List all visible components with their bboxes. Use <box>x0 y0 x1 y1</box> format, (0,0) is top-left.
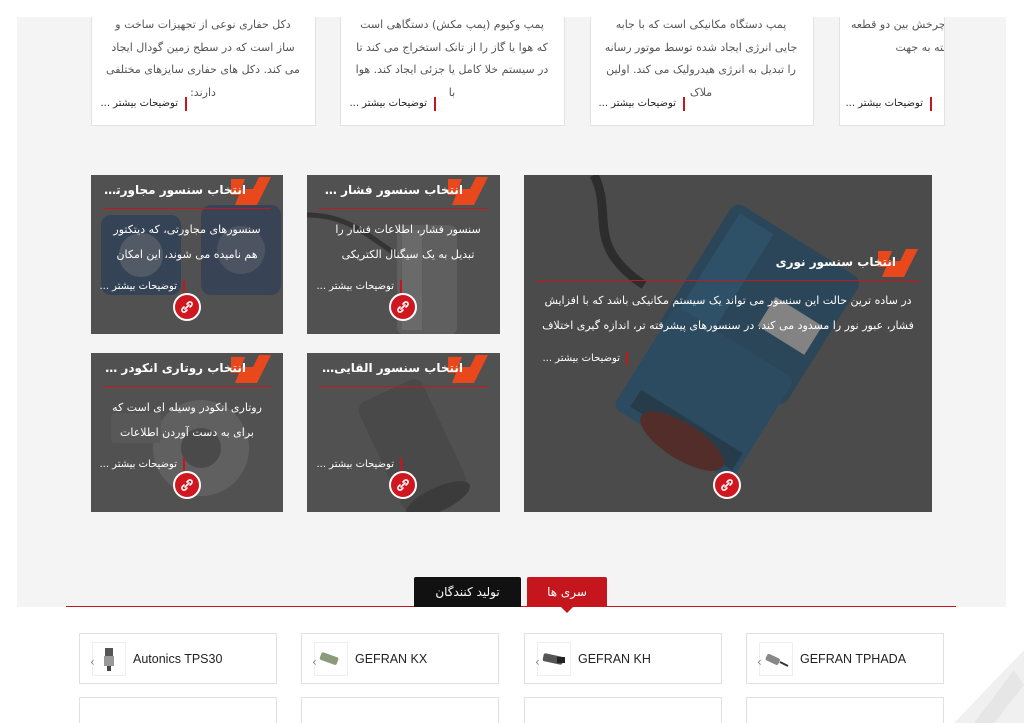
product-card[interactable] <box>301 697 499 723</box>
product-card[interactable]: ‹ GEFRAN KX <box>301 633 499 684</box>
chain-link-icon <box>397 301 409 313</box>
cylinder-sensor-icon <box>542 652 565 665</box>
chain-link-icon <box>397 479 409 491</box>
tile-overlay <box>524 175 932 512</box>
chevron-left-icon: ‹ <box>90 655 95 669</box>
tile-description: روتاری انکودر وسیله ای است که برای به دس… <box>112 401 262 439</box>
chain-link-icon <box>181 301 193 313</box>
chevron-left-icon: ‹ <box>312 655 317 669</box>
article-card-vacuum-pump[interactable]: پمپ وکیوم (پمپ مکش) دستگاهی است که هوا ی… <box>340 0 565 126</box>
tile-rotary-encoder[interactable]: انتخاب روتاری انکودر مناسب روتاری انکودر… <box>91 353 283 512</box>
decorative-corner-shape <box>954 650 1024 723</box>
product-thumbnail <box>314 641 348 676</box>
product-thumbnail <box>92 641 126 676</box>
article-card-pump[interactable]: پمپ دستگاه مکانیکی است که با جابه جایی ا… <box>590 0 814 126</box>
article-text: بلبرینگ های المنت چرخش بین دو قطعه ...هن… <box>850 18 945 54</box>
title-divider <box>319 386 488 387</box>
read-more-link[interactable]: توضیحات بیشتر ... <box>349 97 436 111</box>
chevron-left-icon: ‹ <box>757 655 762 669</box>
product-thumbnail <box>759 641 793 676</box>
product-card[interactable] <box>746 697 944 723</box>
read-more-link[interactable]: توضیحات بیشتر ... <box>598 97 685 111</box>
transducer-icon <box>319 651 339 665</box>
product-card[interactable] <box>79 697 277 723</box>
read-more-link[interactable]: توضیحات بیشتر ... <box>99 458 185 471</box>
link-button[interactable] <box>173 471 201 499</box>
chevron-left-icon: ‹ <box>535 655 540 669</box>
product-card[interactable]: ‹ Autonics TPS30 <box>79 633 277 684</box>
cable-sensor-icon <box>765 653 789 667</box>
link-button[interactable] <box>389 293 417 321</box>
read-more-link[interactable]: توضیحات بیشتر ... <box>316 280 402 293</box>
read-more-link[interactable]: توضیحات بیشتر ... <box>845 97 932 111</box>
product-card[interactable]: ‹ GEFRAN TPHADA <box>746 633 944 684</box>
chain-link-icon <box>181 479 193 491</box>
product-card[interactable]: ‹ GEFRAN KH <box>524 633 722 684</box>
link-button[interactable] <box>173 293 201 321</box>
link-button[interactable] <box>713 471 741 499</box>
tile-description: سنسور فشار، اطلاعات فشار را تبدیل به یک … <box>335 223 481 261</box>
tile-pressure-sensor[interactable]: انتخاب سنسور فشار مناسب سنسور فشار، اطلا… <box>307 175 500 334</box>
tile-description: سنسورهای مجاورتی، که دیتکتور هم نامیده م… <box>113 223 261 261</box>
tab-manufacturers[interactable]: تولید کنندگان <box>414 577 521 607</box>
tile-title: انتخاب سنسور مجاورتی و القایی <box>103 183 246 197</box>
title-divider <box>103 386 271 387</box>
article-card-bearing[interactable]: بلبرینگ های المنت چرخش بین دو قطعه ...هن… <box>839 0 945 126</box>
article-card-drilling-rig[interactable]: دکل حفاری نوعی از تجهیزات ساخت و ساز است… <box>91 0 316 126</box>
pressure-switch-icon <box>104 647 114 671</box>
tile-title: انتخاب سنسور القایی مناسب <box>319 361 463 375</box>
product-name: GEFRAN KX <box>355 651 428 666</box>
article-text: پمپ وکیوم (پمپ مکش) دستگاهی است که هوا ی… <box>355 18 549 99</box>
tile-optical-sensor[interactable]: انتخاب سنسور نوری در ساده ترین حالت این … <box>524 175 932 512</box>
title-divider <box>103 208 271 209</box>
tile-title: انتخاب سنسور فشار مناسب <box>319 183 463 197</box>
article-text: دکل حفاری نوعی از تجهیزات ساخت و ساز است… <box>106 18 300 99</box>
tile-inductive-sensor[interactable]: انتخاب سنسور القایی مناسب توضیحات بیشتر … <box>307 353 500 512</box>
title-divider <box>319 208 488 209</box>
tile-title: انتخاب روتاری انکودر مناسب <box>103 361 246 375</box>
chain-link-icon <box>721 479 733 491</box>
product-name: GEFRAN TPHADA <box>800 651 907 666</box>
product-name: GEFRAN KH <box>578 651 651 666</box>
tab-series[interactable]: سری ها <box>527 577 607 613</box>
page-top-edge <box>0 0 1024 17</box>
title-divider <box>536 280 920 281</box>
link-button[interactable] <box>389 471 417 499</box>
product-name: Autonics TPS30 <box>133 651 223 666</box>
read-more-link[interactable]: توضیحات بیشتر ... <box>542 352 628 365</box>
product-thumbnail <box>537 641 571 676</box>
product-card[interactable] <box>524 697 722 723</box>
read-more-link[interactable]: توضیحات بیشتر ... <box>99 280 185 293</box>
tile-title: انتخاب سنسور نوری <box>775 255 896 269</box>
tile-proximity-sensor[interactable]: انتخاب سنسور مجاورتی و القایی سنسورهای م… <box>91 175 283 334</box>
article-text: پمپ دستگاه مکانیکی است که با جابه جایی ا… <box>604 18 798 99</box>
tile-description: در ساده ترین حالت این سنسور می تواند یک … <box>542 294 914 332</box>
read-more-link[interactable]: توضیحات بیشتر ... <box>100 97 187 111</box>
read-more-link[interactable]: توضیحات بیشتر ... <box>316 458 402 471</box>
